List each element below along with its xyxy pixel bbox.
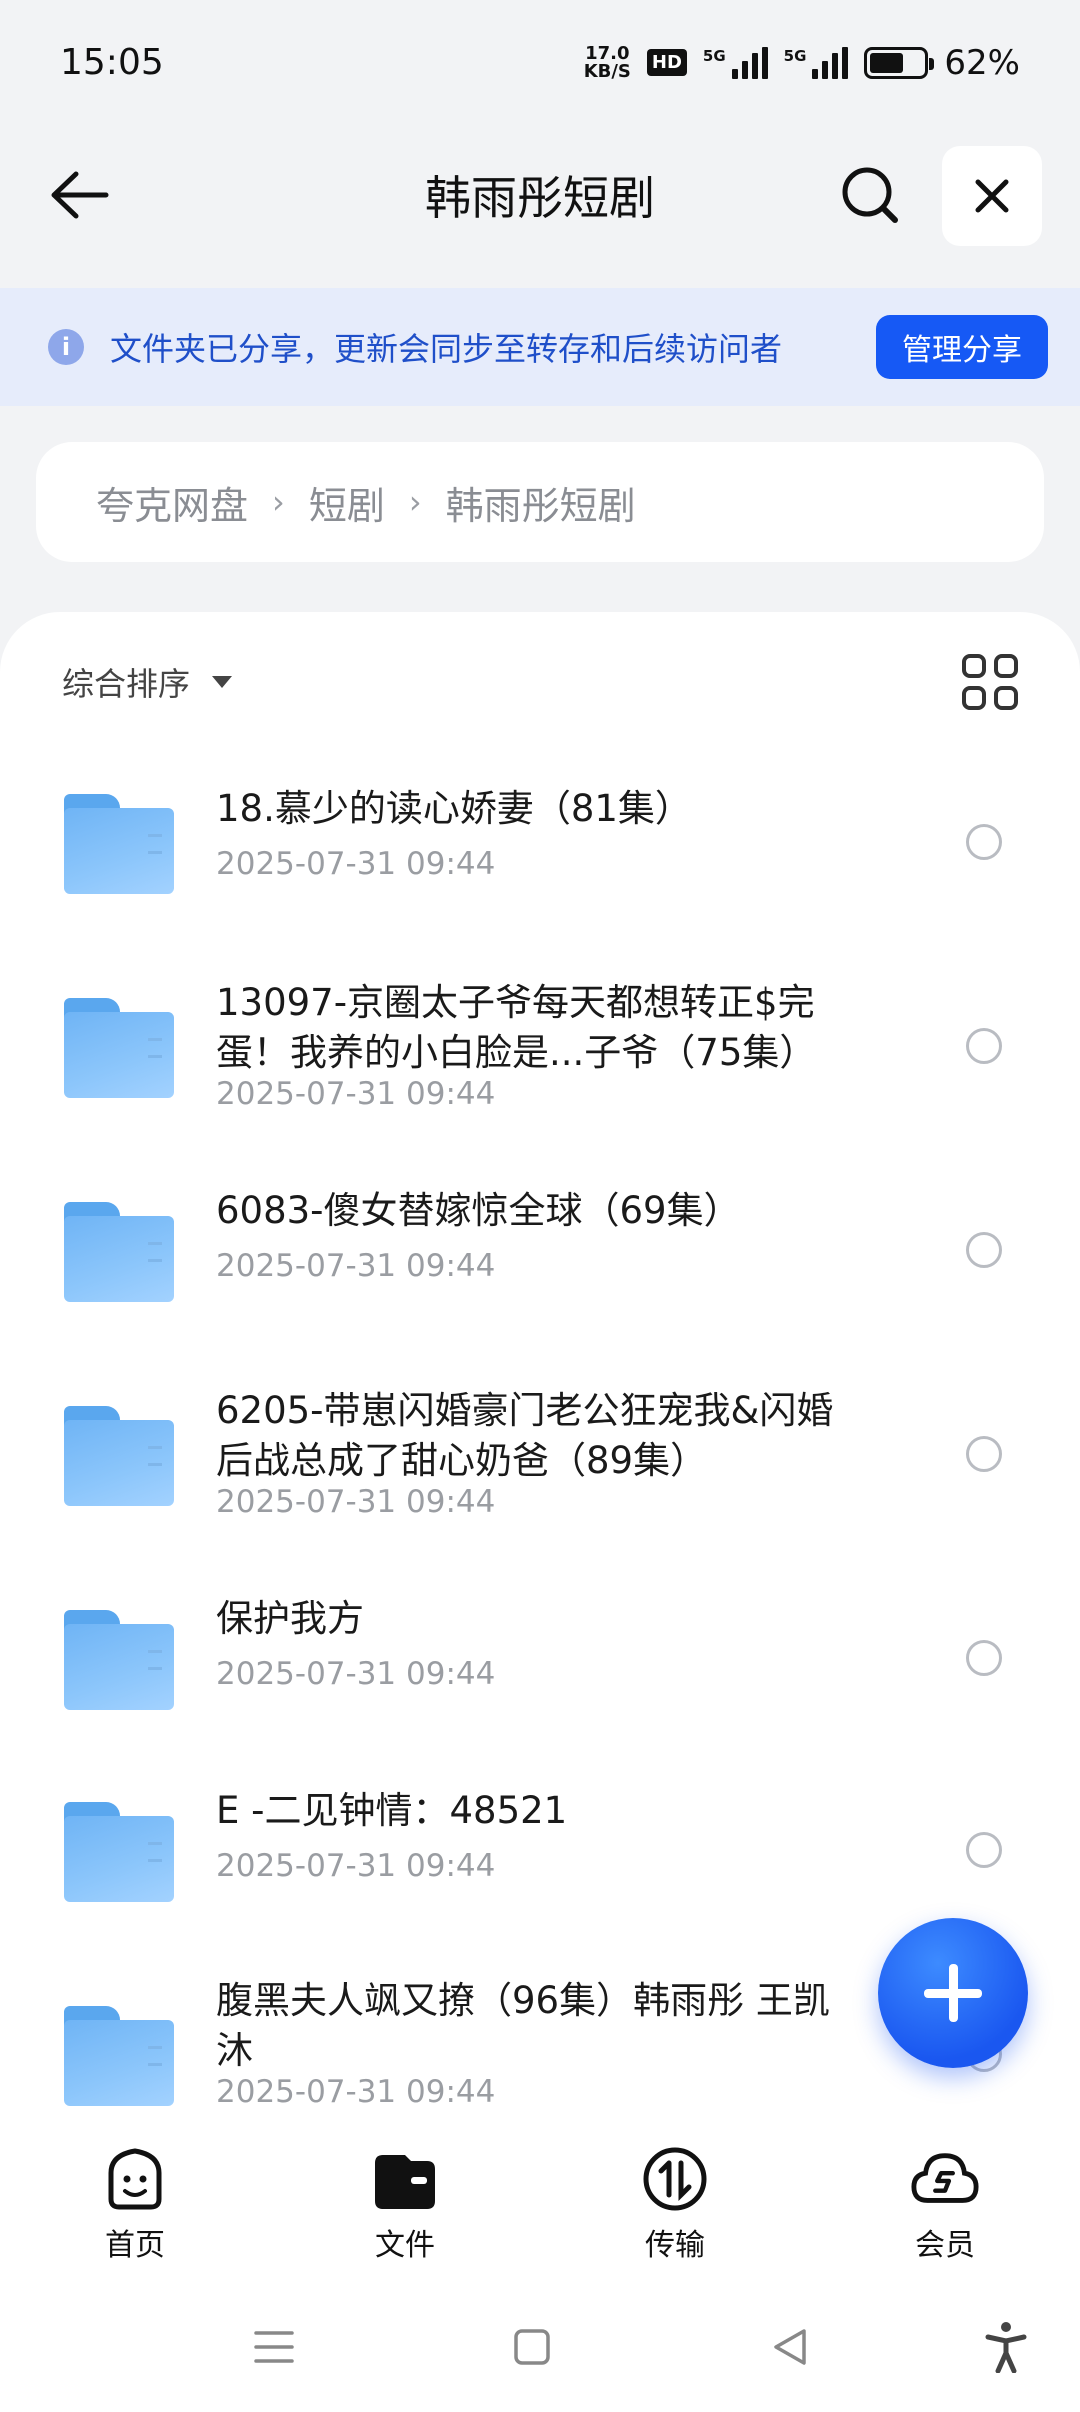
file-name: 保护我方 — [216, 1597, 364, 1640]
battery-percent: 62% — [944, 42, 1020, 83]
select-radio[interactable] — [966, 824, 1002, 860]
tab-home[interactable]: 首页 — [0, 2122, 270, 2282]
accessibility-icon — [985, 2322, 1027, 2373]
tab-transfer[interactable]: 传输 — [540, 2122, 810, 2282]
home-nav-button[interactable] — [502, 2317, 562, 2377]
tab-label: 会员 — [915, 2228, 975, 2263]
file-date: 2025-07-31 09:44 — [216, 846, 496, 882]
file-list-panel: 综合排序 18.慕少的读心娇妻（81集） 2025-07-31 09:44 13… — [0, 612, 1080, 2122]
add-button[interactable] — [878, 1918, 1028, 2068]
transfer-icon — [640, 2144, 710, 2214]
manage-share-button[interactable]: 管理分享 — [876, 315, 1048, 379]
file-date: 2025-07-31 09:44 — [216, 1656, 496, 1692]
tab-files[interactable]: 文件 — [270, 2122, 540, 2282]
list-item[interactable]: 13097-京圈太子爷每天都想转正$完蛋！我养的小白脸是...子爷（75集） 2… — [0, 956, 1080, 1160]
status-icons: 17.0 KB/S HD 5G 5G 62% — [584, 43, 1020, 83]
folder-icon — [64, 998, 174, 1098]
file-name: 6083-傻女替嫁惊全球（69集） — [216, 1189, 741, 1232]
select-radio[interactable] — [966, 1436, 1002, 1472]
signal-5g-secondary-icon: 5G — [784, 46, 849, 79]
select-radio[interactable] — [966, 1232, 1002, 1268]
folder-icon — [64, 794, 174, 894]
back-button[interactable] — [40, 160, 120, 230]
hd-voice-icon: HD — [646, 49, 687, 76]
search-button[interactable] — [830, 160, 910, 230]
list-item[interactable]: 保护我方 2025-07-31 09:44 — [0, 1568, 1080, 1772]
wallet-folder-icon — [370, 2144, 440, 2214]
grid-view-icon[interactable] — [962, 654, 1018, 710]
tab-label: 文件 — [375, 2228, 435, 2263]
network-speed: 17.0 KB/S — [583, 42, 631, 82]
list-item[interactable]: 6083-傻女替嫁惊全球（69集） 2025-07-31 09:44 — [0, 1160, 1080, 1364]
file-name: 腹黑夫人飒又撩（96集）韩雨彤 王凯沐 — [216, 1979, 830, 2072]
system-nav-bar — [0, 2282, 1080, 2412]
cloud-member-icon — [910, 2144, 980, 2214]
sort-dropdown[interactable]: 综合排序 — [62, 659, 190, 705]
battery-icon — [864, 46, 935, 79]
chevron-right-icon: › — [408, 483, 422, 521]
accessibility-button[interactable] — [976, 2317, 1036, 2377]
signal-5g-icon: 5G — [703, 46, 768, 79]
folder-icon — [64, 2006, 174, 2106]
breadcrumb: 夸克网盘 › 短剧 › 韩雨彤短剧 — [36, 442, 1044, 562]
triangle-back-icon — [774, 2329, 806, 2365]
arrow-left-icon — [51, 171, 109, 219]
file-list: 18.慕少的读心娇妻（81集） 2025-07-31 09:44 13097-京… — [0, 752, 1080, 2122]
folder-icon — [64, 1406, 174, 1506]
square-icon — [514, 2329, 550, 2365]
list-item[interactable]: 6205-带崽闪婚豪门老公狂宠我&闪婚后战总成了甜心奶爸（89集） 2025-0… — [0, 1364, 1080, 1568]
folder-icon — [64, 1202, 174, 1302]
share-notice-text: 文件夹已分享，更新会同步至转存和后续访问者 — [110, 330, 783, 368]
folder-icon — [64, 1610, 174, 1710]
list-item[interactable]: 18.慕少的读心娇妻（81集） 2025-07-31 09:44 — [0, 752, 1080, 956]
info-icon: i — [48, 329, 84, 365]
breadcrumb-item-root[interactable]: 夸克网盘 — [96, 475, 248, 530]
file-date: 2025-07-31 09:44 — [216, 1484, 496, 1520]
share-notice-banner: i 文件夹已分享，更新会同步至转存和后续访问者 管理分享 — [0, 288, 1080, 406]
page-title: 韩雨彤短剧 — [425, 171, 655, 225]
caret-down-icon[interactable] — [212, 676, 233, 688]
file-name: 6205-带崽闪婚豪门老公狂宠我&闪婚后战总成了甜心奶爸（89集） — [216, 1389, 834, 1482]
file-name: E -二见钟情：48521 — [216, 1789, 568, 1832]
close-icon — [975, 179, 1009, 213]
select-radio[interactable] — [966, 1640, 1002, 1676]
search-icon — [842, 167, 898, 223]
file-name: 13097-京圈太子爷每天都想转正$完蛋！我养的小白脸是...子爷（75集） — [216, 981, 817, 1074]
sort-bar: 综合排序 — [0, 612, 1080, 752]
tab-label: 传输 — [645, 2228, 705, 2263]
file-date: 2025-07-31 09:44 — [216, 2074, 496, 2110]
select-radio[interactable] — [966, 1832, 1002, 1868]
clock: 15:05 — [60, 42, 164, 83]
status-bar: 15:05 17.0 KB/S HD 5G 5G 62% — [0, 0, 1080, 125]
tab-member[interactable]: 会员 — [810, 2122, 1080, 2282]
folder-icon — [64, 1802, 174, 1902]
breadcrumb-item-short-drama[interactable]: 短剧 — [309, 475, 385, 530]
bottom-tab-bar: 首页 文件 传输 会员 — [0, 2122, 1080, 2282]
file-date: 2025-07-31 09:44 — [216, 1248, 496, 1284]
file-date: 2025-07-31 09:44 — [216, 1848, 496, 1884]
file-date: 2025-07-31 09:44 — [216, 1076, 496, 1112]
tab-label: 首页 — [105, 2228, 165, 2263]
top-bar: 韩雨彤短剧 — [0, 140, 1080, 250]
smile-face-icon — [100, 2144, 170, 2214]
close-button[interactable] — [942, 146, 1042, 246]
breadcrumb-item-current: 韩雨彤短剧 — [445, 483, 636, 528]
chevron-right-icon: › — [272, 483, 285, 521]
select-radio[interactable] — [966, 1028, 1002, 1064]
file-name: 18.慕少的读心娇妻（81集） — [216, 787, 692, 830]
menu-nav-button[interactable] — [244, 2317, 304, 2377]
back-nav-button[interactable] — [760, 2317, 820, 2377]
menu-icon — [254, 2331, 294, 2363]
